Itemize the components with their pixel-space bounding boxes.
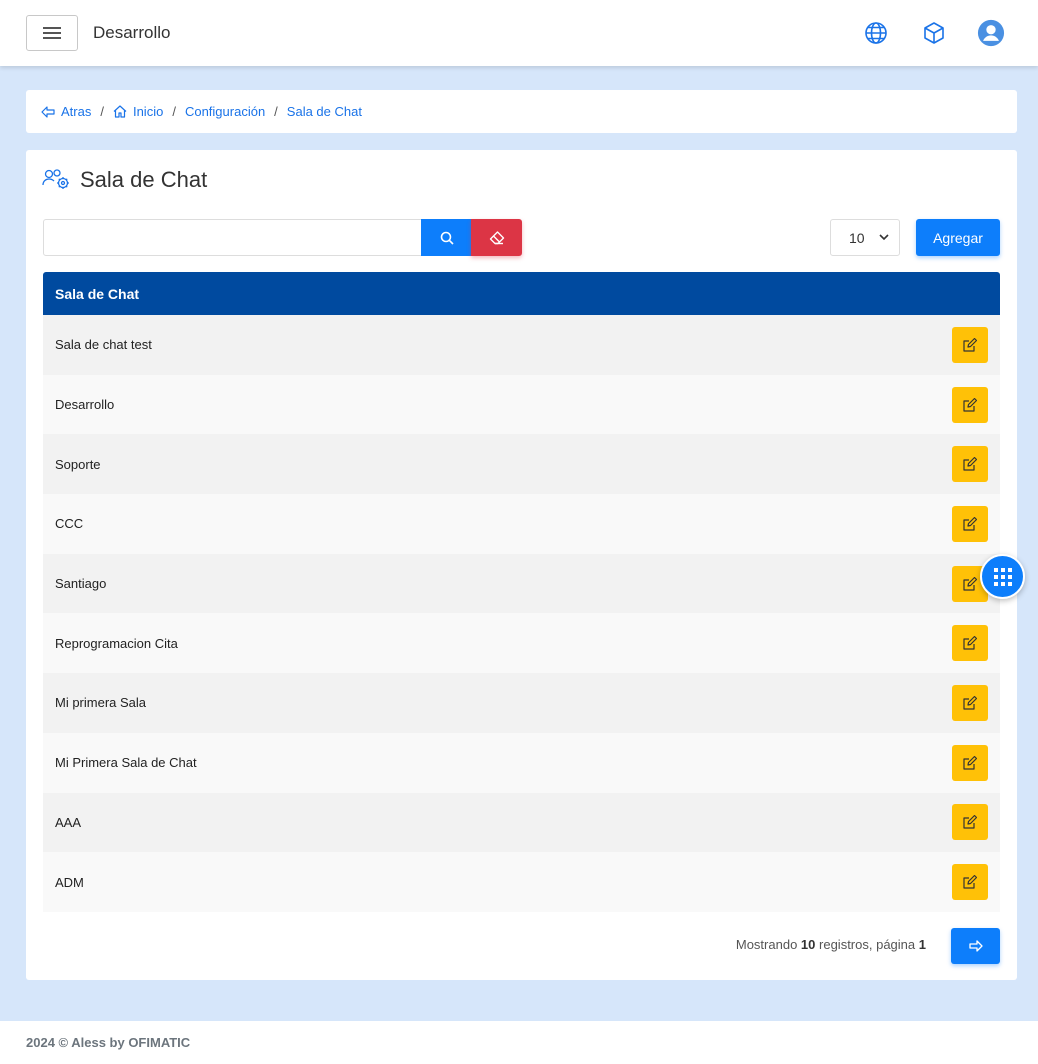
globe-icon <box>865 22 887 44</box>
breadcrumb-separator: / <box>172 104 176 119</box>
page-footer: 2024 © Aless by OFIMATIC <box>0 1021 1038 1064</box>
search-icon <box>440 231 454 245</box>
edit-button[interactable] <box>952 804 988 841</box>
pagination-count: 10 <box>800 937 816 952</box>
table-row: Santiago <box>43 553 1000 614</box>
app-title: Desarrollo <box>93 23 171 42</box>
menu-icon <box>43 27 61 39</box>
table-row: Sala de chat test <box>43 315 1000 375</box>
row-name: Sala de chat test <box>55 337 152 353</box>
arrow-right-icon <box>968 940 983 952</box>
chat-settings-icon <box>42 169 69 189</box>
table-row: Reprogramacion Cita <box>43 613 1000 674</box>
breadcrumb-home-label: Inicio <box>132 104 164 119</box>
grid-icon <box>993 567 1012 586</box>
breadcrumb-back-label: Atras <box>61 104 92 119</box>
language-button[interactable] <box>862 19 890 47</box>
table-header: Sala de Chat <box>43 272 1000 315</box>
search-button[interactable] <box>421 219 472 256</box>
edit-button[interactable] <box>952 446 988 483</box>
table-row: AAA <box>43 792 1000 853</box>
edit-icon <box>963 636 977 650</box>
table-body: Sala de chat test Desarrollo Soporte CCC… <box>43 315 1000 912</box>
row-name: Santiago <box>55 576 107 592</box>
edit-button[interactable] <box>952 625 988 662</box>
user-menu-button[interactable] <box>977 19 1005 47</box>
edit-icon <box>963 457 977 471</box>
table-row: Soporte <box>43 434 1000 495</box>
modules-button[interactable] <box>920 19 948 47</box>
row-name: Desarrollo <box>55 397 115 413</box>
edit-button[interactable] <box>952 326 988 363</box>
page-size-select[interactable]: 10 <box>830 219 900 256</box>
row-name: Reprogramacion Cita <box>55 635 178 651</box>
edit-icon <box>963 397 977 412</box>
row-name: ADM <box>55 874 84 890</box>
apps-fab-button[interactable] <box>980 554 1025 599</box>
page-size-value: 10 <box>849 229 865 246</box>
menu-toggle-button[interactable] <box>26 15 78 51</box>
pagination-page: 1 <box>918 937 926 952</box>
edit-icon <box>963 516 977 531</box>
eraser-icon <box>489 230 504 244</box>
row-name: CCC <box>55 516 84 532</box>
next-page-button[interactable] <box>951 928 1000 964</box>
table-row: Mi primera Sala <box>43 673 1000 733</box>
edit-icon <box>963 755 977 770</box>
row-name: Mi primera Sala <box>55 695 147 711</box>
add-button[interactable]: Agregar <box>916 219 1000 256</box>
edit-button[interactable] <box>952 864 988 901</box>
user-icon <box>977 19 1005 47</box>
edit-icon <box>963 815 977 829</box>
table-row: ADM <box>43 852 1000 912</box>
edit-icon <box>963 576 977 591</box>
home-icon <box>113 105 127 118</box>
table-row: Mi Primera Sala de Chat <box>43 732 1000 793</box>
breadcrumb-separator: / <box>100 104 104 119</box>
edit-icon <box>963 337 977 352</box>
breadcrumb-home-link[interactable]: Inicio <box>113 104 163 119</box>
page-title: Sala de Chat <box>80 167 208 192</box>
row-name: AAA <box>55 814 82 830</box>
chevron-down-icon <box>879 234 889 241</box>
row-name: Mi Primera Sala de Chat <box>55 755 197 771</box>
box-icon <box>924 22 944 44</box>
row-name: Soporte <box>55 456 101 472</box>
edit-button[interactable] <box>952 744 988 781</box>
pagination-info: Mostrando 10 registros, página 1 <box>700 937 926 952</box>
column-header-name[interactable]: Sala de Chat <box>55 286 139 302</box>
edit-icon <box>963 695 977 710</box>
copyright-text: 2024 © Aless by OFIMATIC <box>26 1035 191 1050</box>
breadcrumb-current: Sala de Chat <box>286 104 362 119</box>
search-input[interactable] <box>43 219 423 256</box>
arrow-left-icon <box>41 105 55 118</box>
pagination-prefix: Mostrando <box>735 937 798 952</box>
table-row: Desarrollo <box>43 374 1000 435</box>
pagination-middle: registros, página <box>819 937 916 952</box>
edit-button[interactable] <box>952 505 988 542</box>
breadcrumb-back-link[interactable]: Atras <box>41 104 91 119</box>
breadcrumb: Atras / Inicio / Configuración / Sala de… <box>26 90 1017 133</box>
breadcrumb-config-link[interactable]: Configuración <box>185 104 265 119</box>
edit-icon <box>963 875 977 889</box>
edit-button[interactable] <box>952 386 988 423</box>
breadcrumb-separator: / <box>274 104 278 119</box>
table-row: CCC <box>43 494 1000 554</box>
top-navbar: Desarrollo <box>0 0 1038 66</box>
clear-search-button[interactable] <box>471 219 522 256</box>
edit-button[interactable] <box>952 684 988 721</box>
